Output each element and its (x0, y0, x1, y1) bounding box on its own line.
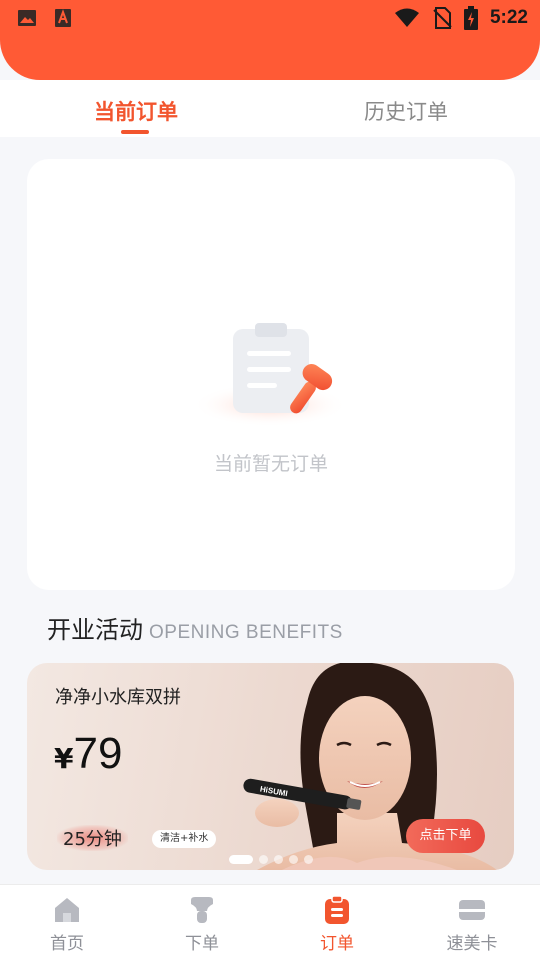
nav-place-order-label: 下单 (185, 934, 219, 954)
carousel-dot[interactable] (304, 855, 313, 864)
banner-tag: 清洁+补水 (152, 830, 217, 848)
carousel-dot[interactable] (229, 855, 253, 864)
clipboard-icon (195, 323, 348, 427)
promo-banner[interactable]: HiSUMI 净净小水库双拼 ¥79 25分钟 清洁+补水 点击下单 (27, 663, 514, 870)
order-now-button[interactable]: 点击下单 (406, 819, 485, 853)
status-bar: 5:22 (0, 0, 540, 80)
carousel-dots (229, 855, 313, 864)
tab-history-orders[interactable]: 历史订单 (364, 96, 448, 126)
carousel-dot[interactable] (289, 855, 298, 864)
no-sim-icon (433, 7, 452, 29)
banner-duration: 25分钟 (57, 825, 128, 851)
battery-charging-icon (463, 6, 478, 30)
bottom-nav: 首页 下单 订单 速美卡 (0, 884, 540, 960)
section-title-zh: 开业活动 (47, 616, 143, 644)
order-tabs: 当前订单 历史订单 (0, 80, 540, 137)
price-currency: ¥ (54, 742, 74, 775)
status-time: 5:22 (489, 7, 528, 28)
banner-title: 净净小水库双拼 (55, 687, 181, 708)
order-list-icon (325, 895, 349, 924)
section-title-en: OPENING BENEFITS (149, 622, 343, 643)
tab-current-orders[interactable]: 当前订单 (94, 96, 178, 126)
nav-orders-label: 订单 (320, 934, 354, 954)
nav-beauty-card[interactable]: 速美卡 (427, 895, 517, 954)
empty-state-text: 当前暂无订单 (213, 453, 328, 475)
nav-place-order[interactable]: 下单 (157, 895, 247, 954)
banner-price: ¥79 (54, 729, 122, 779)
nav-home[interactable]: 首页 (22, 895, 112, 954)
font-app-icon (55, 9, 71, 27)
price-value: 79 (73, 729, 123, 778)
section-title: 开业活动 OPENING BENEFITS (47, 610, 343, 645)
active-tab-indicator (121, 130, 149, 134)
nav-orders[interactable]: 订单 (292, 895, 382, 954)
carousel-dot[interactable] (274, 855, 283, 864)
image-icon (18, 10, 36, 26)
home-icon (55, 898, 79, 922)
nav-beauty-card-label: 速美卡 (446, 934, 498, 954)
nav-home-label: 首页 (50, 934, 84, 954)
carousel-dot[interactable] (259, 855, 268, 864)
empty-orders-card: 当前暂无订单 (27, 159, 515, 590)
order-device-icon (191, 897, 213, 923)
wifi-icon (394, 8, 419, 27)
card-icon (459, 900, 485, 920)
